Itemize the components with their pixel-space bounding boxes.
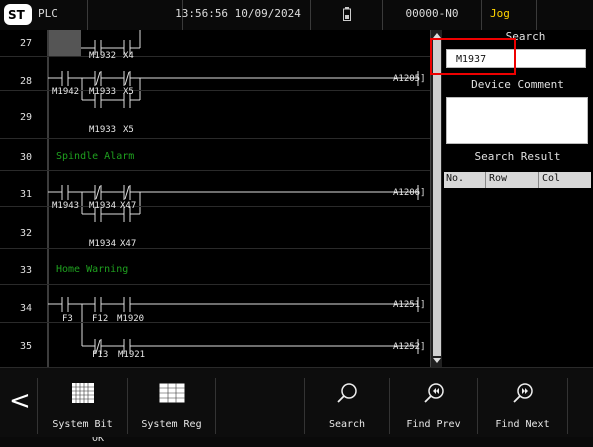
row-separator bbox=[0, 56, 430, 57]
row-separator bbox=[0, 248, 430, 249]
contact-label: X47 bbox=[120, 239, 137, 249]
rung-comment: Home Warning bbox=[56, 264, 129, 275]
coil-label: A1251] bbox=[393, 300, 426, 310]
contact-label: M1932 bbox=[89, 51, 117, 61]
device-comment-field[interactable] bbox=[446, 97, 588, 144]
bottom-toolbar: < System Bit System Reg Search Find Prev… bbox=[0, 367, 593, 438]
battery-cell bbox=[311, 0, 383, 30]
clock-cell: 13:56:56 10/09/2024 bbox=[166, 0, 311, 30]
row-number: 31 bbox=[20, 189, 33, 200]
contact-label: X5 bbox=[123, 87, 134, 97]
col-header-row: Row bbox=[489, 173, 508, 184]
row-separator bbox=[0, 138, 430, 139]
row-number: 30 bbox=[20, 152, 33, 163]
contact-label: M1934 bbox=[89, 239, 117, 249]
contact-label: M1942 bbox=[52, 87, 80, 97]
empty-softkey[interactable] bbox=[215, 378, 304, 434]
status-bar: OK bbox=[0, 437, 593, 447]
contact-label: M1921 bbox=[118, 350, 146, 360]
row-number: 35 bbox=[20, 341, 33, 352]
rung-comment: Spindle Alarm bbox=[56, 151, 135, 162]
search-button[interactable]: Search bbox=[304, 378, 389, 434]
system-bit-label: System Bit bbox=[52, 419, 113, 430]
mode-cell[interactable]: Jog bbox=[482, 0, 537, 30]
device-comment-title: Device Comment bbox=[471, 78, 564, 91]
table-icon bbox=[159, 383, 185, 403]
contact-label: F13 bbox=[92, 350, 109, 360]
contact-label: X4 bbox=[123, 51, 134, 61]
col-header-col: Col bbox=[542, 173, 561, 184]
result-table-header: No. Row Col bbox=[444, 172, 591, 188]
col-header-no: No. bbox=[446, 173, 465, 184]
app-label: PLC bbox=[38, 7, 58, 20]
contact-label: X47 bbox=[120, 201, 137, 211]
contact-label: F3 bbox=[62, 314, 73, 324]
program-id-cell: 00000-N0 bbox=[383, 0, 482, 30]
highlight-box bbox=[430, 38, 516, 75]
row-number: 29 bbox=[20, 112, 33, 123]
row-separator bbox=[0, 170, 430, 171]
find-prev-button[interactable]: Find Prev bbox=[389, 378, 477, 434]
row-number: 28 bbox=[20, 76, 33, 87]
coil-label: A1252] bbox=[393, 342, 426, 352]
contact-label: M1933 bbox=[89, 125, 117, 135]
magnifier-icon bbox=[337, 383, 357, 403]
ladder-view[interactable]: 27 28 29 30 31 32 33 34 35 M1932 X4 M194… bbox=[0, 30, 430, 367]
system-bit-button[interactable]: System Bit bbox=[37, 378, 127, 434]
grid-icon bbox=[72, 383, 94, 403]
row-number: 27 bbox=[20, 38, 33, 49]
app-cell[interactable]: ST PLC bbox=[0, 0, 88, 30]
contact-label: X5 bbox=[123, 125, 134, 135]
system-reg-label: System Reg bbox=[141, 419, 202, 430]
search-label: Search bbox=[328, 419, 366, 430]
back-button[interactable]: < bbox=[0, 378, 37, 434]
syntec-logo-icon: ST bbox=[4, 4, 32, 25]
system-reg-button[interactable]: System Reg bbox=[127, 378, 215, 434]
find-next-label: Find Next bbox=[495, 419, 550, 430]
find-prev-label: Find Prev bbox=[406, 419, 461, 430]
contact-label: M1943 bbox=[52, 201, 80, 211]
status-text: OK bbox=[92, 437, 105, 444]
search-panel: Search M1937 Device Comment Search Resul… bbox=[442, 30, 593, 367]
find-next-button[interactable]: Find Next bbox=[477, 378, 567, 434]
program-id: 00000-N0 bbox=[405, 7, 459, 20]
row-number: 33 bbox=[20, 265, 33, 276]
search-result-title: Search Result bbox=[474, 150, 561, 163]
back-arrow-icon: < bbox=[9, 386, 31, 416]
magnifier-next-icon bbox=[513, 383, 533, 403]
contact-label: F12 bbox=[92, 314, 109, 324]
top-bar: ST PLC 13:56:56 10/09/2024 00000-N0 Jog bbox=[0, 0, 593, 31]
scroll-thumb[interactable] bbox=[433, 40, 441, 356]
contact-label: M1920 bbox=[117, 314, 145, 324]
coil-label: A1206] bbox=[393, 188, 426, 198]
extra-softkey[interactable] bbox=[567, 378, 593, 434]
row-number: 32 bbox=[20, 228, 33, 239]
magnifier-prev-icon bbox=[424, 383, 444, 403]
coil-label: A1205] bbox=[393, 74, 426, 84]
clock-text: 13:56:56 10/09/2024 bbox=[175, 7, 301, 20]
svg-text:ST: ST bbox=[8, 8, 26, 22]
mode-label: Jog bbox=[490, 7, 510, 20]
row-separator bbox=[0, 284, 430, 285]
contact-label: M1934 bbox=[89, 201, 117, 211]
battery-icon bbox=[342, 7, 351, 21]
row-number: 34 bbox=[20, 303, 33, 314]
contact-label: M1933 bbox=[89, 87, 117, 97]
